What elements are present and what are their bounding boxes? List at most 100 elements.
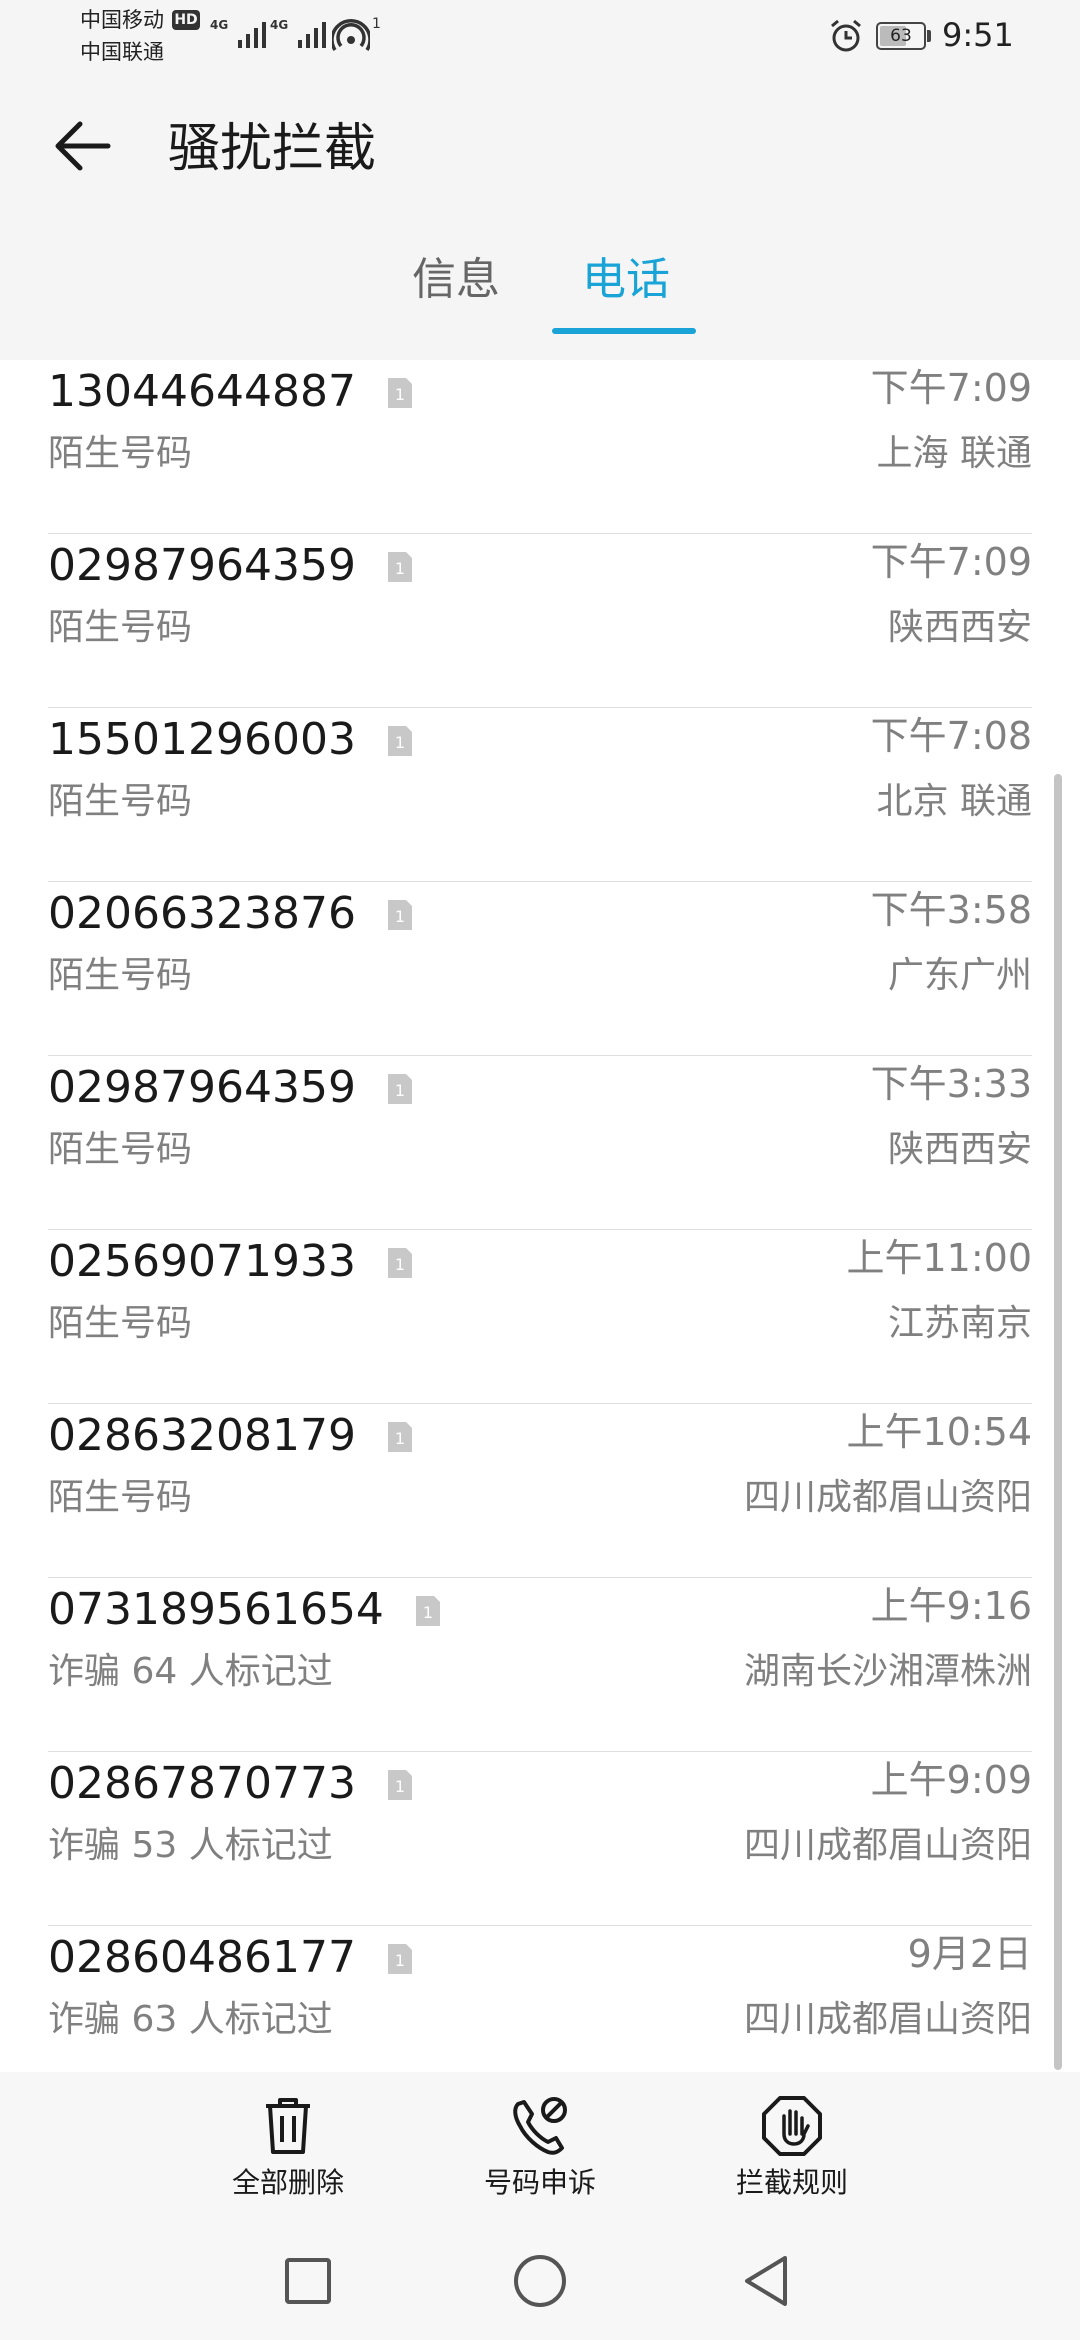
back-nav-button[interactable] — [733, 2246, 803, 2316]
delete-all-button[interactable]: 全部删除 — [188, 2094, 388, 2214]
sim-card-icon: 1 — [388, 1422, 412, 1452]
call-time: 下午3:58 — [870, 888, 1032, 932]
call-label: 陌生号码 — [48, 955, 193, 996]
rules-label: 拦截规则 — [735, 2166, 848, 2199]
svg-text:1: 1 — [395, 385, 405, 404]
svg-text:1: 1 — [395, 733, 405, 752]
phone-number: 13044644887 — [48, 366, 356, 417]
back-button[interactable] — [48, 110, 120, 182]
tab-messages[interactable]: 信息 — [412, 254, 500, 307]
carrier-2: 中国联通 — [80, 40, 164, 64]
carrier-1: 中国移动 — [80, 8, 164, 32]
delete-all-label: 全部删除 — [231, 2166, 344, 2199]
call-location: 陕西西安 — [887, 607, 1032, 648]
sim-card-icon: 1 — [388, 1074, 412, 1104]
call-time: 下午7:09 — [870, 366, 1032, 410]
call-label: 诈骗 64 人标记过 — [48, 1651, 333, 1692]
recents-button[interactable] — [273, 2246, 343, 2316]
phone-number: 02987964359 — [48, 540, 356, 591]
call-location: 北京 联通 — [876, 781, 1032, 822]
svg-text:1: 1 — [395, 1081, 405, 1100]
status-bar: 中国移动 HD 中国联通 4G 4G 1 63 9:51 — [0, 0, 1080, 78]
scrollbar[interactable] — [1054, 774, 1062, 2070]
svg-text:1: 1 — [423, 1603, 433, 1622]
svg-text:1: 1 — [395, 1951, 405, 1970]
call-row[interactable]: 02987964359 1 陌生号码 下午3:33 陕西西安 — [48, 1056, 1032, 1230]
battery-icon: 63 — [876, 22, 926, 50]
call-label: 陌生号码 — [48, 1303, 193, 1344]
phone-number: 02066323876 — [48, 888, 356, 939]
sim-card-icon: 1 — [388, 1770, 412, 1800]
call-location: 四川成都眉山资阳 — [743, 1999, 1032, 2040]
screen: 中国移动 HD 中国联通 4G 4G 1 63 9:51 骚扰拦截 信息 电话 … — [0, 0, 1080, 2340]
call-row[interactable]: 073189561654 1 诈骗 64 人标记过 上午9:16 湖南长沙湘潭株洲 — [48, 1578, 1032, 1752]
call-location: 陕西西安 — [887, 1129, 1032, 1170]
call-label: 诈骗 63 人标记过 — [48, 1999, 333, 2040]
call-label: 陌生号码 — [48, 433, 193, 474]
app-header: 骚扰拦截 信息 电话 — [0, 78, 1080, 360]
trash-icon — [266, 2098, 310, 2154]
call-location: 江苏南京 — [887, 1303, 1032, 1344]
sim-card-icon: 1 — [388, 1248, 412, 1278]
svg-text:1: 1 — [395, 559, 405, 578]
phone-number: 073189561654 — [48, 1584, 384, 1635]
sim-card-icon: 1 — [388, 900, 412, 930]
sim-card-icon: 1 — [388, 1944, 412, 1974]
phone-number: 15501296003 — [48, 714, 356, 765]
action-bar: 全部删除 号码申诉 拦截规则 — [0, 2072, 1080, 2222]
alarm-clock-icon — [831, 19, 861, 52]
battery-tip — [927, 30, 931, 42]
svg-text:1: 1 — [395, 1777, 405, 1796]
hand-stop-icon — [762, 2096, 822, 2156]
call-row[interactable]: 15501296003 1 陌生号码 下午7:08 北京 联通 — [48, 708, 1032, 882]
call-label: 陌生号码 — [48, 607, 193, 648]
call-row[interactable]: 02863208179 1 陌生号码 上午10:54 四川成都眉山资阳 — [48, 1404, 1032, 1578]
call-time: 下午7:09 — [870, 540, 1032, 584]
call-label: 陌生号码 — [48, 781, 193, 822]
call-row[interactable]: 02987964359 1 陌生号码 下午7:09 陕西西安 — [48, 534, 1032, 708]
phone-number: 02569071933 — [48, 1236, 356, 1287]
call-time: 下午3:33 — [870, 1062, 1032, 1106]
svg-text:1: 1 — [395, 1429, 405, 1448]
call-row[interactable]: 02569071933 1 陌生号码 上午11:00 江苏南京 — [48, 1230, 1032, 1404]
rules-button[interactable]: 拦截规则 — [692, 2094, 892, 2214]
system-nav-bar — [0, 2222, 1080, 2340]
sim-card-icon: 1 — [416, 1596, 440, 1626]
call-row[interactable]: 02066323876 1 陌生号码 下午3:58 广东广州 — [48, 882, 1032, 1056]
call-time: 9月2日 — [907, 1932, 1032, 1976]
arrow-left-icon — [55, 121, 111, 171]
svg-text:1: 1 — [395, 907, 405, 926]
call-time: 上午9:09 — [870, 1758, 1032, 1802]
call-location: 四川成都眉山资阳 — [743, 1477, 1032, 1518]
call-location: 四川成都眉山资阳 — [743, 1825, 1032, 1866]
phone-number: 02860486177 — [48, 1932, 356, 1983]
hotspot-icon — [332, 19, 370, 51]
call-time: 上午9:16 — [870, 1584, 1032, 1628]
page-title: 骚扰拦截 — [168, 119, 377, 179]
appeal-label: 号码申诉 — [483, 2166, 596, 2199]
call-time: 上午11:00 — [846, 1236, 1032, 1280]
call-location: 广东广州 — [887, 955, 1032, 996]
phone-number: 02863208179 — [48, 1410, 356, 1461]
tab-calls[interactable]: 电话 — [582, 254, 670, 307]
call-label: 诈骗 53 人标记过 — [48, 1825, 333, 1866]
clock: 9:51 — [942, 16, 1014, 54]
hotspot-count: 1 — [372, 16, 381, 32]
call-time: 下午7:08 — [870, 714, 1032, 758]
phone-blocked-icon — [513, 2097, 567, 2155]
call-row[interactable]: 02860486177 1 诈骗 63 人标记过 9月2日四川成都眉山资阳 — [48, 1926, 1032, 2072]
call-location: 湖南长沙湘潭株洲 — [743, 1651, 1032, 1692]
sim-card-icon: 1 — [388, 726, 412, 756]
phone-number: 02867870773 — [48, 1758, 356, 1809]
call-row[interactable]: 02867870773 1 诈骗 53 人标记过 上午9:09 四川成都眉山资阳 — [48, 1752, 1032, 1926]
call-label: 陌生号码 — [48, 1129, 193, 1170]
call-row[interactable]: 13044644887 1 陌生号码 下午7:09 上海 联通 — [48, 360, 1032, 534]
sim-card-icon: 1 — [388, 378, 412, 408]
appeal-button[interactable]: 号码申诉 — [440, 2094, 640, 2214]
blocked-call-list[interactable]: 13044644887 1 陌生号码 下午7:09 上海 联通 02987964359 1 陌… — [0, 360, 1080, 2072]
tab-indicator — [552, 328, 696, 334]
home-button[interactable] — [505, 2246, 575, 2316]
phone-number: 02987964359 — [48, 1062, 356, 1113]
hd-badge: HD — [172, 10, 200, 30]
sim-card-icon: 1 — [388, 552, 412, 582]
